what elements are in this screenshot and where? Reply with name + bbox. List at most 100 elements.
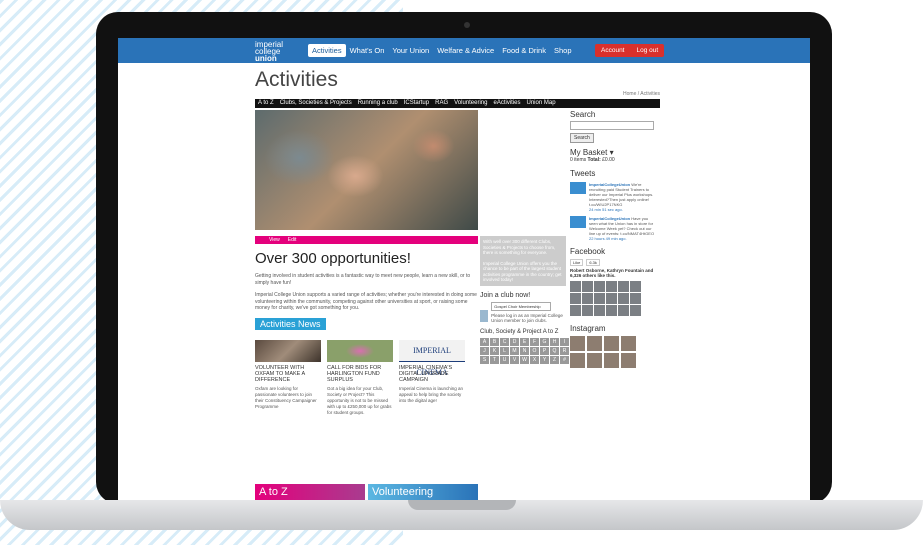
az-letter-link[interactable]: P <box>540 346 549 355</box>
page-title: Activities <box>255 68 338 91</box>
subnav-item[interactable]: RAG <box>435 99 448 108</box>
friend-avatar[interactable] <box>570 281 581 292</box>
az-letter-link[interactable]: T <box>490 355 499 364</box>
friend-avatar[interactable] <box>582 305 593 316</box>
instagram-photo[interactable] <box>604 336 619 351</box>
search-title: Search <box>570 110 596 119</box>
instagram-photo[interactable] <box>587 336 602 351</box>
az-letter-link[interactable]: M <box>510 346 519 355</box>
account-button[interactable]: Account <box>595 44 631 57</box>
basket-title[interactable]: My Basket ▾ <box>570 148 656 157</box>
friend-avatar[interactable] <box>606 281 617 292</box>
az-letter-link[interactable]: U <box>500 355 509 364</box>
az-letter-link[interactable]: O <box>530 346 539 355</box>
friend-avatar[interactable] <box>630 293 641 304</box>
az-letter-link[interactable]: Q <box>550 346 559 355</box>
news-title[interactable]: CALL FOR BIDS FOR HARLINGTON FUND SURPLU… <box>327 365 393 383</box>
tab-view[interactable]: View <box>269 236 280 244</box>
subnav-item[interactable]: Union Map <box>527 99 556 108</box>
friend-avatar[interactable] <box>606 305 617 316</box>
az-letter-link[interactable]: V <box>510 355 519 364</box>
tweet-time[interactable]: 24 min 51 sec ago. <box>589 207 656 212</box>
logout-button[interactable]: Log out <box>631 44 665 57</box>
club-select[interactable]: Gospel Choir Membership <box>491 301 552 311</box>
subnav-item[interactable]: Clubs, Societies & Projects <box>280 99 352 108</box>
instagram-photo[interactable] <box>621 353 636 368</box>
membership-card-icon <box>480 309 489 322</box>
az-letter-link[interactable]: R <box>560 346 569 355</box>
az-letter-link[interactable]: E <box>520 337 529 346</box>
basket-total: £0.00 <box>602 157 615 163</box>
az-letter-link[interactable]: D <box>510 337 519 346</box>
friend-avatar[interactable] <box>630 305 641 316</box>
friend-avatar[interactable] <box>570 293 581 304</box>
friend-avatar[interactable] <box>630 281 641 292</box>
friend-avatar[interactable] <box>594 281 605 292</box>
friend-avatar[interactable] <box>582 293 593 304</box>
subnav-item[interactable]: A to Z <box>258 99 274 108</box>
subnav-item[interactable]: Volunteering <box>454 99 487 108</box>
search-input[interactable] <box>570 121 654 130</box>
az-letter-link[interactable]: K <box>490 346 499 355</box>
news-heading: Activities News <box>255 317 326 330</box>
page-header: Activities Home / Activities <box>255 63 660 99</box>
nav-welfare[interactable]: Welfare & Advice <box>433 44 498 57</box>
news-item[interactable]: CALL FOR BIDS FOR HARLINGTON FUND SURPLU… <box>327 339 393 416</box>
az-letter-link[interactable]: F <box>530 337 539 346</box>
subnav-item[interactable]: ICStartup <box>404 99 429 108</box>
az-letter-link[interactable]: I <box>560 337 569 346</box>
site-logo[interactable]: imperial college union <box>255 41 283 63</box>
nav-activities[interactable]: Activities <box>308 44 346 57</box>
az-letter-link[interactable]: W <box>520 355 529 364</box>
promo-a-to-z[interactable]: A to Z <box>255 484 365 500</box>
nav-your-union[interactable]: Your Union <box>388 44 433 57</box>
friend-avatar[interactable] <box>594 293 605 304</box>
az-letter-link[interactable]: S <box>480 355 489 364</box>
instagram-photo[interactable] <box>570 353 585 368</box>
az-letter-link[interactable]: H <box>550 337 559 346</box>
intro-text: Getting involved in student activities i… <box>255 273 471 286</box>
friend-avatar[interactable] <box>606 293 617 304</box>
friend-avatar[interactable] <box>570 305 581 316</box>
instagram-photo[interactable] <box>621 336 636 351</box>
instagram-photo[interactable] <box>570 336 585 351</box>
subnav-item[interactable]: Running a club <box>358 99 398 108</box>
search-button[interactable]: Search <box>570 133 594 143</box>
headline: Over 300 opportunities! <box>255 250 411 267</box>
tab-edit[interactable]: Edit <box>288 236 297 244</box>
news-item[interactable]: VOLUNTEER WITH OXFAM TO MAKE A DIFFERENC… <box>255 339 321 416</box>
az-letter-link[interactable]: L <box>500 346 509 355</box>
laptop-notch <box>408 500 516 510</box>
az-letter-link[interactable]: # <box>560 355 569 364</box>
az-letter-link[interactable]: J <box>480 346 489 355</box>
instagram-photo[interactable] <box>604 353 619 368</box>
instagram-photo[interactable] <box>587 353 602 368</box>
az-letter-link[interactable]: Y <box>540 355 549 364</box>
az-letter-link[interactable]: X <box>530 355 539 364</box>
promo-volunteering[interactable]: Volunteering <box>368 484 478 500</box>
subnav-item[interactable]: eActivities <box>494 99 521 108</box>
friend-avatar[interactable] <box>582 281 593 292</box>
tweet-time[interactable]: 22 hours 49 min ago. <box>589 236 656 241</box>
friend-avatar[interactable] <box>594 305 605 316</box>
basket-items: 0 items <box>570 157 587 163</box>
info-text-2: Imperial College Union offers you the ch… <box>483 260 562 283</box>
az-letter-link[interactable]: Z <box>550 355 559 364</box>
like-button[interactable]: Like <box>570 259 584 266</box>
friend-avatar[interactable] <box>618 305 629 316</box>
friend-avatar[interactable] <box>618 281 629 292</box>
az-letter-link[interactable]: A <box>480 337 489 346</box>
breadcrumb[interactable]: Home / Activities <box>623 91 660 97</box>
nav-food-drink[interactable]: Food & Drink <box>498 44 550 57</box>
news-item[interactable]: IMPERIAL CINEMA IMPERIAL CINEMA'S DIGITA… <box>399 339 465 416</box>
friend-avatar[interactable] <box>618 293 629 304</box>
nav-whats-on[interactable]: What's On <box>346 44 389 57</box>
middle-column: With well over 300 different Clubs, Soci… <box>480 236 569 364</box>
az-letter-link[interactable]: B <box>490 337 499 346</box>
main-nav: Activities What's On Your Union Welfare … <box>308 44 576 57</box>
news-title[interactable]: VOLUNTEER WITH OXFAM TO MAKE A DIFFERENC… <box>255 365 321 383</box>
az-letter-link[interactable]: C <box>500 337 509 346</box>
nav-shop[interactable]: Shop <box>550 44 576 57</box>
az-letter-link[interactable]: G <box>540 337 549 346</box>
az-letter-link[interactable]: N <box>520 346 529 355</box>
